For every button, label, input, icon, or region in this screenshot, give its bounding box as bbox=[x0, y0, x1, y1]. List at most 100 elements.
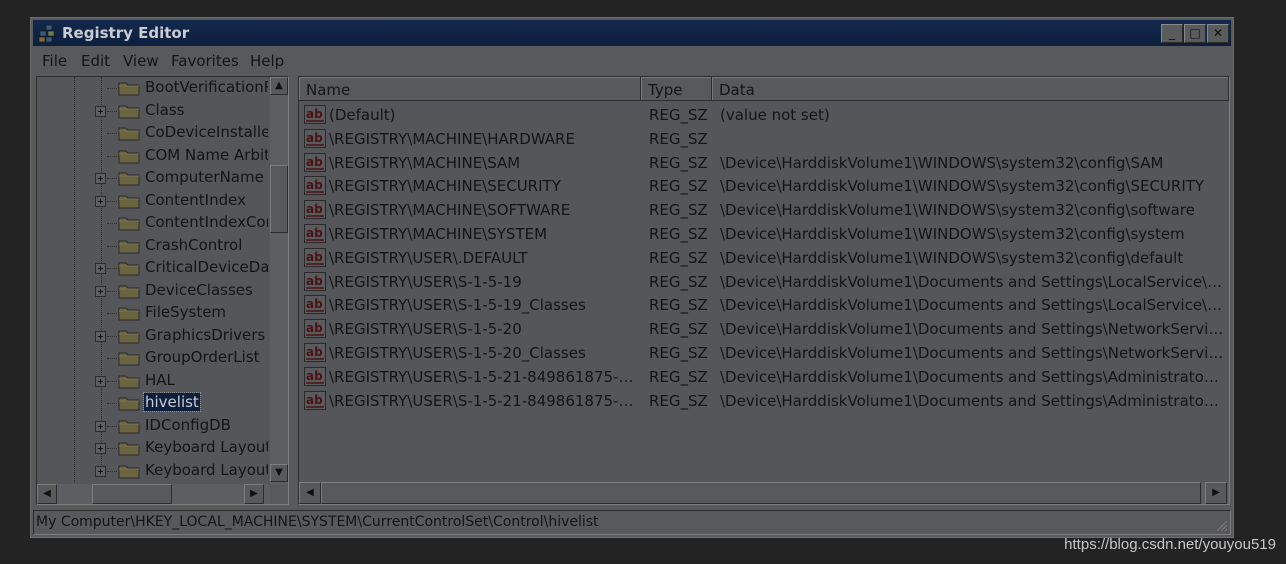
scroll-up-button[interactable]: ▲ bbox=[270, 77, 288, 95]
value-row[interactable]: ab \REGISTRY\USER\S-1-5-19_Classes REG_SZ \… bbox=[299, 293, 1229, 317]
tree-connector-line bbox=[107, 268, 117, 269]
svg-text:ab: ab bbox=[306, 107, 323, 121]
menu-file[interactable]: File bbox=[42, 52, 67, 70]
string-value-icon: ab bbox=[304, 176, 326, 196]
tree-item-label: CriticalDeviceData bbox=[145, 258, 268, 276]
tree-item[interactable]: ComputerName bbox=[37, 167, 272, 189]
tree-item[interactable]: ContentIndex bbox=[37, 190, 272, 212]
svg-text:ab: ab bbox=[306, 202, 323, 216]
column-header-name[interactable]: Name bbox=[299, 77, 641, 101]
resize-grip-icon[interactable] bbox=[1214, 518, 1228, 532]
value-row[interactable]: ab \REGISTRY\MACHINE\SYSTEM REG_SZ \Device\… bbox=[299, 222, 1229, 246]
tree-item[interactable]: GroupOrderList bbox=[37, 347, 272, 369]
menu-view[interactable]: View bbox=[123, 52, 159, 70]
tree-item-label: DeviceClasses bbox=[145, 280, 253, 299]
menu-favorites[interactable]: Favorites bbox=[171, 52, 239, 70]
tree-item[interactable]: Keyboard Layouts bbox=[37, 460, 272, 482]
value-row[interactable]: ab \REGISTRY\USER\S-1-5-20_Classes REG_SZ \… bbox=[299, 341, 1229, 365]
tree-item[interactable]: GraphicsDrivers bbox=[37, 325, 272, 347]
value-row[interactable]: ab \REGISTRY\MACHINE\SECURITY REG_SZ \Devic… bbox=[299, 174, 1229, 198]
window-title: Registry Editor bbox=[62, 24, 190, 42]
string-value-icon: ab bbox=[304, 366, 326, 386]
value-name: \REGISTRY\USER\S-1-5-20 bbox=[329, 320, 522, 339]
tree-vertical-scroll-thumb[interactable] bbox=[270, 165, 288, 233]
value-type: REG_SZ bbox=[649, 391, 708, 410]
value-data: \Device\HarddiskVolume1\WINDOWS\system32… bbox=[720, 225, 1185, 243]
scroll-left-button[interactable]: ◀ bbox=[37, 484, 57, 504]
folder-icon bbox=[118, 375, 140, 388]
tree-item[interactable]: COM Name Arbiter bbox=[37, 145, 272, 167]
tree-item[interactable]: FileSystem bbox=[37, 302, 272, 324]
values-list-pane[interactable]: Name Type Data ab (Default) REG_SZ (value n… bbox=[298, 76, 1230, 505]
svg-text:ab: ab bbox=[306, 155, 323, 169]
scroll-right-button[interactable]: ▶ bbox=[1205, 482, 1227, 504]
tree-item[interactable]: hivelist bbox=[37, 392, 272, 414]
tree-item-label: IDConfigDB bbox=[145, 415, 231, 434]
registry-editor-window: Registry Editor _ □ ✕ File Edit View Fav… bbox=[30, 17, 1234, 538]
tree-horizontal-scrollbar[interactable]: ◀ ▶ bbox=[37, 484, 270, 504]
tree-item[interactable]: Class bbox=[37, 100, 272, 122]
value-row[interactable]: ab \REGISTRY\USER\.DEFAULT REG_SZ \Device\H… bbox=[299, 246, 1229, 270]
menu-edit[interactable]: Edit bbox=[81, 52, 110, 70]
column-header-type[interactable]: Type bbox=[641, 77, 712, 101]
value-row[interactable]: ab \REGISTRY\MACHINE\SAM REG_SZ \Device\Har… bbox=[299, 151, 1229, 175]
value-row[interactable]: ab \REGISTRY\USER\S-1-5-21-849861875-489.… bbox=[299, 365, 1229, 389]
expand-plus-icon[interactable] bbox=[95, 330, 106, 342]
value-type: REG_SZ bbox=[649, 320, 708, 339]
title-bar[interactable]: Registry Editor _ □ ✕ bbox=[33, 20, 1231, 46]
tree-item[interactable]: BootVerificationPr bbox=[37, 77, 272, 99]
scroll-right-button[interactable]: ▶ bbox=[244, 484, 264, 504]
value-row[interactable]: ab \REGISTRY\MACHINE\SOFTWARE REG_SZ \Devic… bbox=[299, 198, 1229, 222]
expand-plus-icon[interactable] bbox=[95, 465, 106, 477]
tree-connector-line bbox=[107, 403, 117, 404]
tree-item[interactable]: ContentIndexCom bbox=[37, 212, 272, 234]
value-data: (value not set) bbox=[720, 106, 830, 124]
tree-item[interactable]: CoDeviceInstallers bbox=[37, 122, 272, 144]
expand-plus-icon[interactable] bbox=[95, 263, 106, 274]
expand-plus-icon[interactable] bbox=[95, 173, 106, 184]
close-button[interactable]: ✕ bbox=[1207, 24, 1229, 43]
scroll-down-button[interactable]: ▼ bbox=[270, 464, 288, 482]
expand-plus-icon[interactable] bbox=[95, 195, 106, 207]
tree-item[interactable]: Keyboard Layout bbox=[37, 437, 272, 459]
tree-item[interactable]: IDConfigDB bbox=[37, 415, 272, 437]
value-row[interactable]: ab \REGISTRY\USER\S-1-5-20 REG_SZ \Device\H… bbox=[299, 317, 1229, 341]
value-type: REG_SZ bbox=[649, 272, 708, 291]
string-value-icon: ab bbox=[304, 152, 326, 172]
tree-item[interactable]: HAL bbox=[37, 370, 272, 392]
tree-item-label: Class bbox=[145, 100, 185, 119]
value-row[interactable]: ab \REGISTRY\USER\S-1-5-19 REG_SZ \Device\H… bbox=[299, 270, 1229, 294]
tree-horizontal-scroll-thumb[interactable] bbox=[92, 484, 172, 504]
value-row[interactable]: ab \REGISTRY\USER\S-1-5-21-849861875-489.… bbox=[299, 389, 1229, 413]
list-horizontal-scrollbar[interactable]: ◀ ▶ bbox=[299, 482, 1229, 504]
folder-icon bbox=[118, 352, 140, 366]
svg-text:ab: ab bbox=[306, 393, 323, 407]
value-data: \Device\HarddiskVolume1\Documents and Se… bbox=[720, 272, 1224, 291]
list-horizontal-scroll-thumb[interactable] bbox=[321, 482, 1201, 504]
column-header-data[interactable]: Data bbox=[712, 77, 1229, 101]
expand-plus-icon[interactable] bbox=[95, 285, 106, 297]
menu-help[interactable]: Help bbox=[250, 52, 284, 70]
value-type: REG_SZ bbox=[649, 344, 708, 362]
value-row[interactable]: ab (Default) REG_SZ (value not set) bbox=[299, 103, 1229, 127]
tree-connector-line bbox=[107, 290, 117, 292]
tree-item[interactable]: CrashControl bbox=[37, 235, 272, 257]
value-data: \Device\HarddiskVolume1\Documents and Se… bbox=[720, 367, 1224, 386]
minimize-button[interactable]: _ bbox=[1161, 24, 1183, 43]
value-row[interactable]: ab \REGISTRY\MACHINE\HARDWARE REG_SZ bbox=[299, 127, 1229, 151]
expand-plus-icon[interactable] bbox=[95, 375, 106, 387]
scroll-left-button[interactable]: ◀ bbox=[299, 482, 321, 504]
expand-plus-icon[interactable] bbox=[95, 105, 106, 117]
tree-vertical-scrollbar[interactable]: ▲ ▼ bbox=[270, 77, 288, 484]
tree-item[interactable]: DeviceClasses bbox=[37, 280, 272, 302]
string-value-icon: ab bbox=[304, 224, 326, 243]
value-type: REG_SZ bbox=[649, 129, 708, 148]
svg-text:ab: ab bbox=[306, 345, 323, 359]
value-name: (Default) bbox=[329, 106, 396, 124]
expand-plus-icon[interactable] bbox=[95, 443, 106, 454]
key-tree-pane[interactable]: BootVerificationPr Class CoDeviceInstaller… bbox=[36, 76, 289, 505]
tree-item[interactable]: CriticalDeviceData bbox=[37, 257, 272, 279]
status-path: My Computer\HKEY_LOCAL_MACHINE\SYSTEM\Cu… bbox=[36, 514, 599, 530]
maximize-button[interactable]: □ bbox=[1184, 24, 1206, 43]
expand-plus-icon[interactable] bbox=[95, 420, 106, 432]
